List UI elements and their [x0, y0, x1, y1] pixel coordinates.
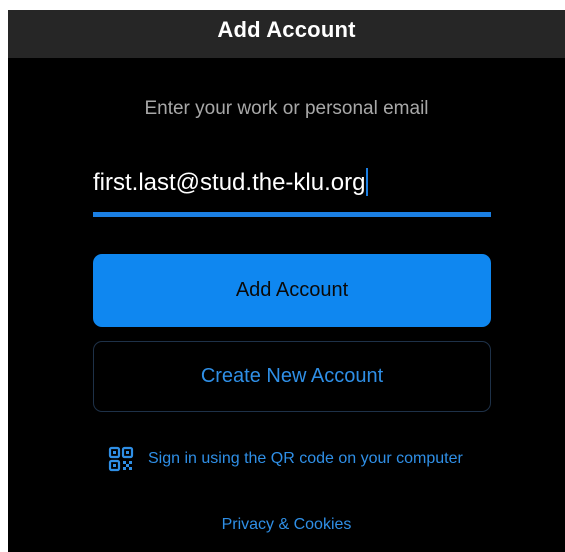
privacy-cookies-link[interactable]: Privacy & Cookies — [8, 516, 565, 534]
email-value[interactable]: first.last@stud.the-klu.org — [93, 168, 369, 197]
add-account-button[interactable]: Add Account — [93, 254, 491, 327]
page-title: Add Account — [217, 17, 356, 42]
create-new-account-button-label: Create New Account — [200, 365, 384, 387]
qr-code-icon — [108, 446, 134, 472]
qr-sign-in-label: Sign in using the QR code on your comput… — [148, 450, 463, 467]
add-account-button-label: Add Account — [235, 279, 349, 301]
email-text: first.last@stud.the-klu.org — [93, 169, 366, 196]
title-bar: Add Account — [8, 10, 565, 58]
email-prompt: Enter your work or personal email — [144, 98, 429, 119]
create-new-account-button[interactable]: Create New Account — [93, 341, 491, 412]
email-field[interactable]: first.last@stud.the-klu.org — [93, 165, 491, 217]
qr-sign-in-link[interactable]: Sign in using the QR code on your comput… — [108, 445, 463, 473]
text-caret — [366, 168, 369, 196]
add-account-screen: Add Account Enter your work or personal … — [8, 10, 565, 552]
